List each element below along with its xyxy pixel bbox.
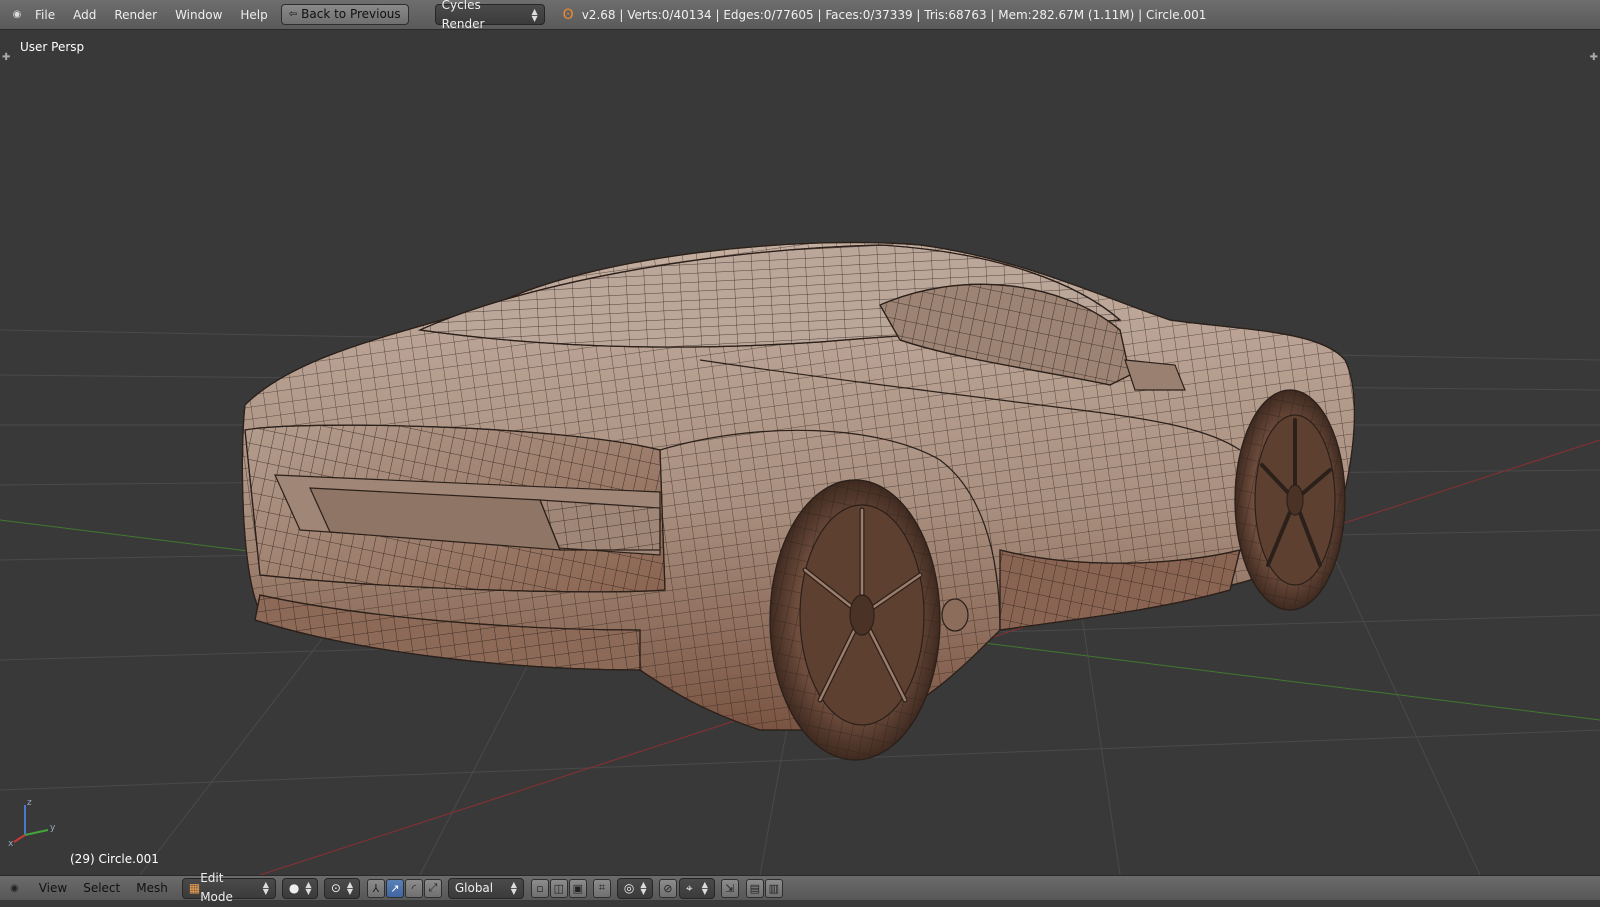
select-arrows-icon: ▲ ▼ [346, 880, 354, 896]
menu-help[interactable]: Help [231, 0, 276, 30]
rear-wheel[interactable] [769, 479, 941, 761]
viewport-split-handle-right[interactable]: ✚ [1590, 52, 1598, 63]
proportional-edit-select[interactable]: ◎ ▲ ▼ [616, 877, 653, 899]
manipulator-group: ⅄ ↗ ◜ ⤢ [366, 878, 442, 898]
menu-add[interactable]: Add [64, 0, 105, 30]
3d-viewport[interactable]: z y x ✚ ✚ User Persp (29) Circle.001 [0, 30, 1600, 875]
pivot-icon: ⊙ [330, 880, 341, 895]
3d-view-header: ◉ View Select Mesh ▦ Edit Mode ▲ ▼ ● ▲ ▼ ⊙… [0, 871, 1600, 904]
view-name-label: User Persp [20, 40, 85, 54]
select-arrows-icon: ▲ ▼ [531, 6, 538, 23]
select-arrows-icon: ▲ ▼ [510, 880, 517, 896]
snap-target-icon: ⌖ [685, 880, 693, 895]
rotate-icon[interactable]: ◜ [404, 878, 423, 898]
axis-x-label: x [8, 839, 14, 849]
menu-window[interactable]: Window [166, 0, 231, 30]
snap-icon[interactable]: ⊘ [658, 878, 677, 898]
opengl-render-group: ▤ ▥ [745, 878, 783, 898]
menu-mesh[interactable]: Mesh [128, 881, 176, 895]
select-arrows-icon: ▲ ▼ [262, 880, 269, 896]
transform-orientation-select[interactable]: Global ▲ ▼ [447, 877, 524, 899]
car-mesh[interactable] [241, 241, 1356, 761]
menu-file[interactable]: File [26, 0, 64, 30]
opengl-anim-icon[interactable]: ▥ [764, 878, 783, 898]
blender-logo-icon: ʘ [562, 6, 574, 23]
back-to-previous-button[interactable]: ⇦ Back to Previous [280, 4, 409, 25]
fuel-cap [941, 598, 969, 632]
mode-icon: ▦ [188, 880, 201, 895]
axis-y-label: y [50, 823, 56, 833]
render-engine-select[interactable]: Cycles Render ▲ ▼ [434, 0, 545, 31]
opengl-render-icon[interactable]: ▤ [745, 878, 764, 898]
viewport-scene[interactable]: z y x [0, 30, 1600, 875]
back-to-previous-label: Back to Previous [301, 7, 401, 21]
snap-extra-icon[interactable]: ⇲ [720, 878, 739, 898]
face-select-icon[interactable]: ▣ [568, 878, 587, 898]
mode-label: Edit Mode [200, 871, 233, 904]
pivot-point-select[interactable]: ⊙ ▲ ▼ [323, 877, 360, 899]
editor-type-icon[interactable]: ◉ [10, 883, 19, 894]
scale-icon[interactable]: ⤢ [423, 878, 442, 898]
mode-select[interactable]: ▦ Edit Mode ▲ ▼ [181, 871, 276, 904]
active-object-label: (29) Circle.001 [70, 852, 159, 866]
select-arrows-icon: ▲ ▼ [640, 880, 647, 896]
snap-element-select[interactable]: ⌖ ▲ ▼ [678, 877, 715, 899]
editor-type-icon[interactable]: ◉ [8, 9, 26, 20]
translate-icon[interactable]: ↗ [385, 878, 404, 898]
select-arrows-icon: ▲ ▼ [701, 880, 708, 896]
proportional-icon: ◎ [623, 880, 635, 895]
manipulator-icon[interactable]: ⅄ [366, 878, 385, 898]
select-mode-group: ▫ ◫ ▣ [530, 878, 587, 898]
menu-select[interactable]: Select [75, 881, 128, 895]
axis-gizmo: z y x [8, 798, 56, 849]
info-header: ◉ File Add Render Window Help ⇦ Back to … [0, 0, 1600, 31]
menu-render[interactable]: Render [105, 0, 166, 30]
viewport-shading-select[interactable]: ● ▲ ▼ [281, 877, 318, 899]
axis-z-label: z [27, 798, 32, 808]
menu-view[interactable]: View [31, 881, 75, 895]
occlude-icon[interactable]: ⌗ [592, 878, 611, 898]
viewport-split-handle-left[interactable]: ✚ [2, 52, 10, 63]
vertex-select-icon[interactable]: ▫ [530, 878, 549, 898]
back-icon: ⇦ [288, 9, 298, 20]
shading-sphere-icon: ● [288, 880, 300, 895]
orientation-label: Global [454, 880, 494, 895]
front-wheel[interactable] [1234, 389, 1346, 611]
render-engine-label: Cycles Render [441, 0, 485, 31]
select-arrows-icon: ▲ ▼ [305, 880, 312, 896]
scene-statistics: v2.68 | Verts:0/40134 | Edges:0/77605 | … [581, 7, 1207, 22]
edge-select-icon[interactable]: ◫ [549, 878, 568, 898]
